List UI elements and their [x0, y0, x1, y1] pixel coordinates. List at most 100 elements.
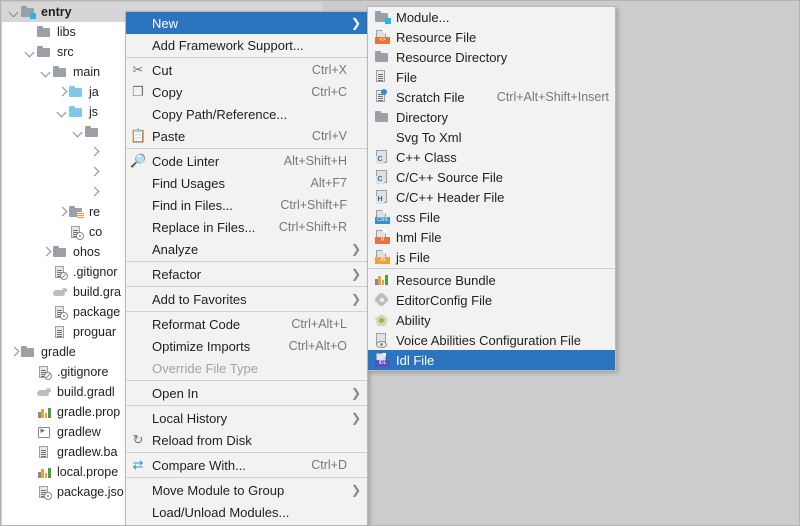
submenu-item[interactable]: Voice Abilities Configuration File [368, 330, 615, 350]
blank-icon [100, 184, 116, 200]
menu-separator [126, 311, 367, 312]
menu-item[interactable]: Refactor ❯ [126, 263, 367, 285]
tree-row-label: re [89, 205, 101, 219]
gitignore-file-icon [52, 264, 68, 280]
menu-item[interactable]: ⇄ Compare With... Ctrl+D [126, 454, 367, 476]
menu-item[interactable]: Add to Favorites ❯ [126, 288, 367, 310]
json-file-icon [52, 304, 68, 320]
submenu-item[interactable]: Ability [368, 310, 615, 330]
menu-item[interactable]: New ❯ [126, 12, 367, 34]
file-icon [372, 69, 394, 85]
menu-item-shortcut: Alt+F7 [310, 176, 347, 190]
tree-row-label: gradlew.ba [57, 445, 118, 459]
submenu-item[interactable]: CSS css File [368, 207, 615, 227]
blank-icon [24, 26, 36, 38]
menu-item[interactable]: ❐ Copy Ctrl+C [126, 81, 367, 103]
scissors-icon: ✂ [132, 62, 144, 77]
submenu-item[interactable]: Module... [368, 7, 615, 27]
submenu-item[interactable]: C C/C++ Source File [368, 167, 615, 187]
json-file-icon [68, 224, 84, 240]
submenu-item[interactable]: Scratch File Ctrl+Alt+Shift+Insert [368, 87, 615, 107]
tree-row-label: ohos [73, 245, 101, 259]
c-source-icon: C [372, 169, 394, 185]
menu-item-label: Local History [152, 410, 228, 426]
submenu-item[interactable]: Directory [368, 107, 615, 127]
blank-icon [128, 15, 148, 31]
menu-item-shortcut: Ctrl+D [311, 458, 347, 472]
context-menu[interactable]: New ❯ Add Framework Support... ✂ Cut Ctrl+X ❐ C… [125, 11, 368, 525]
submenu-item[interactable]: Resource Directory [368, 47, 615, 67]
menu-item[interactable]: Optimize Imports Ctrl+Alt+O [126, 335, 367, 357]
menu-item[interactable]: Move Module to Group ❯ [126, 479, 367, 501]
blank-icon [100, 164, 116, 180]
chevron-right-icon[interactable] [40, 246, 52, 258]
folder-gray-icon [20, 344, 36, 360]
menu-separator [126, 380, 367, 381]
submenu-item-shortcut: Ctrl+Alt+Shift+Insert [496, 90, 609, 104]
blank-icon [40, 266, 52, 278]
menu-item[interactable]: Replace in Files... Ctrl+Shift+R [126, 216, 367, 238]
new-submenu[interactable]: Module... <> Resource File Resource Directo… [367, 6, 616, 371]
tree-row-label: src [57, 45, 74, 59]
submenu-item-label: Idl File [396, 352, 435, 368]
menu-item[interactable]: Analyze ❯ [126, 238, 367, 260]
menu-item-label: New [152, 15, 179, 31]
submenu-item[interactable]: IDL Idl File [368, 350, 615, 370]
submenu-item[interactable]: H C/C++ Header File [368, 187, 615, 207]
menu-item-label: Code Linter [152, 153, 220, 169]
folder-gray-icon [36, 24, 52, 40]
submenu-item[interactable]: Hhml File [368, 227, 615, 247]
tree-row-label: ja [89, 85, 99, 99]
menu-item[interactable]: Copy Path/Reference... [126, 103, 367, 125]
submenu-item-label: C++ Class [396, 149, 457, 165]
submenu-item[interactable]: EditorConfig File [368, 290, 615, 310]
submenu-item-label: File [396, 69, 417, 85]
blank-icon [128, 482, 148, 498]
submenu-item[interactable]: Svg To Xml [368, 127, 615, 147]
text-file-icon [36, 444, 52, 460]
chevron-right-icon[interactable] [88, 146, 100, 158]
menu-item-label: Move Module to Group [152, 482, 285, 498]
chevron-right-icon[interactable] [56, 86, 68, 98]
menu-item[interactable]: Reformat Code Ctrl+Alt+L [126, 313, 367, 335]
blank-icon [128, 37, 148, 53]
chevron-right-icon[interactable] [56, 206, 68, 218]
tree-row-label: libs [57, 25, 76, 39]
submenu-item[interactable]: File [368, 67, 615, 87]
chevron-down-icon[interactable] [24, 46, 36, 58]
chevron-right-icon: ❯ [350, 411, 361, 425]
chevron-down-icon[interactable] [56, 106, 68, 118]
submenu-item-label: C/C++ Header File [396, 189, 505, 205]
menu-item[interactable]: Find Usages Alt+F7 [126, 172, 367, 194]
menu-item[interactable]: Find in Files... Ctrl+Shift+F [126, 194, 367, 216]
menu-item[interactable]: ↻ Reload from Disk [126, 429, 367, 451]
submenu-item[interactable]: <> Resource File [368, 27, 615, 47]
menu-item-label: Refactor [152, 266, 202, 282]
menu-item[interactable]: Load/Unload Modules... [126, 501, 367, 523]
menu-item[interactable]: 📋 Paste Ctrl+V [126, 125, 367, 147]
menu-item[interactable]: ✂ Cut Ctrl+X [126, 59, 367, 81]
blank-icon [128, 219, 148, 235]
chevron-right-icon[interactable] [88, 166, 100, 178]
menu-item[interactable]: Add Framework Support... [126, 34, 367, 56]
submenu-item[interactable]: Resource Bundle [368, 270, 615, 290]
submenu-item[interactable]: C C++ Class [368, 147, 615, 167]
chevron-down-icon[interactable] [8, 6, 20, 18]
menu-item[interactable]: Open In ❯ [126, 382, 367, 404]
menu-item-label: Cut [152, 62, 173, 78]
chevron-right-icon[interactable] [88, 186, 100, 198]
submenu-item-label: Resource File [396, 29, 477, 45]
chevron-right-icon: ❯ [350, 483, 361, 497]
chevron-down-icon[interactable] [40, 66, 52, 78]
menu-item[interactable]: Local History ❯ [126, 407, 367, 429]
blank-icon [372, 129, 394, 145]
blank-icon [128, 175, 148, 191]
text-file-icon [52, 324, 68, 340]
chevron-right-icon[interactable] [8, 346, 20, 358]
menu-item[interactable]: 🔎 Code Linter Alt+Shift+H [126, 150, 367, 172]
submenu-item[interactable]: JS js File [368, 247, 615, 267]
chevron-down-icon[interactable] [72, 126, 84, 138]
menu-item-shortcut: Ctrl+Alt+O [288, 339, 347, 353]
blank-icon [24, 406, 36, 418]
menu-separator [126, 452, 367, 453]
